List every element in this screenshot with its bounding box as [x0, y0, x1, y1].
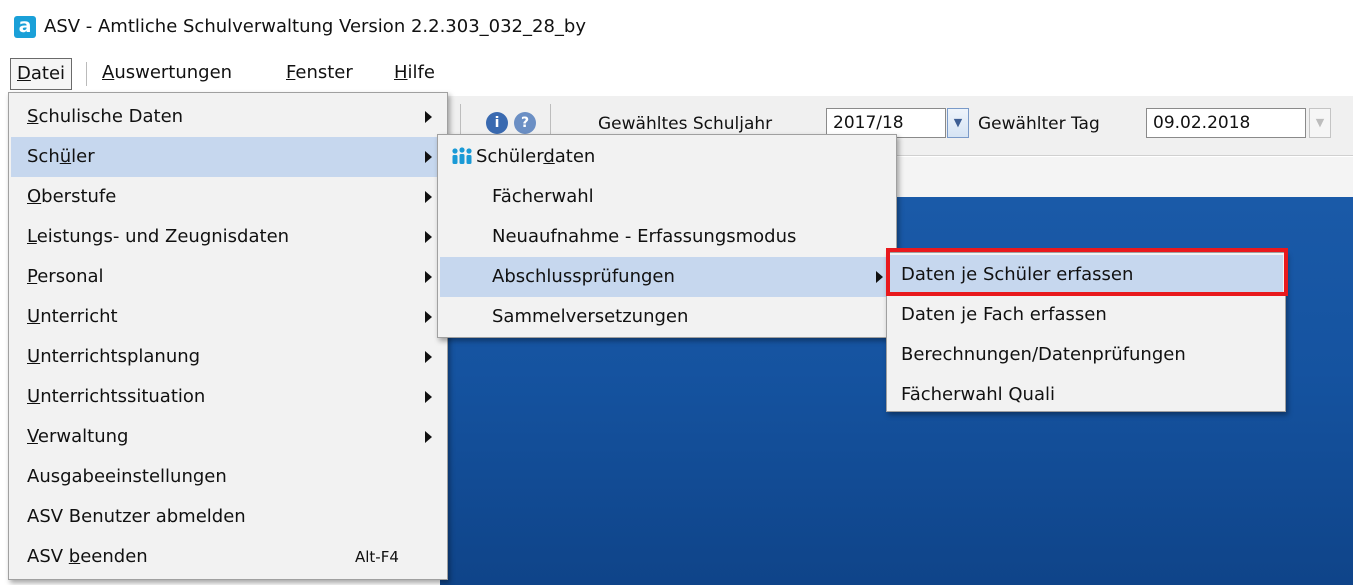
menu-item-label: ASV — [27, 546, 69, 567]
menu-mnemonic: H — [394, 62, 408, 83]
menu-item-schulische-daten[interactable]: Schulische Daten — [11, 97, 445, 137]
menu-item-daten-je-fach[interactable]: Daten je Fach erfassen — [889, 295, 1283, 335]
menu-item-label: ler — [71, 146, 95, 167]
menu-item-label: Fächerwahl — [492, 186, 594, 207]
menu-mnemonic: P — [27, 266, 38, 287]
submenu-arrow-icon — [425, 311, 432, 323]
menu-item-sammelversetzungen[interactable]: Sammelversetzungen — [440, 297, 894, 337]
tag-dropdown-icon[interactable]: ▼ — [1309, 108, 1331, 138]
menu-label-post: atei — [30, 63, 66, 84]
tag-label: Gewählter Tag — [978, 114, 1100, 134]
datei-menu: Schulische Daten Schüler Oberstufe Leist… — [8, 92, 448, 580]
window-title: ASV - Amtliche Schulverwaltung Version 2… — [44, 16, 586, 37]
submenu-arrow-icon — [425, 111, 432, 123]
menu-item-label: berstufe — [41, 186, 117, 207]
menu-mnemonic: O — [27, 186, 42, 207]
schuljahr-dropdown-icon[interactable]: ▼ — [947, 108, 969, 138]
menu-mnemonic: A — [102, 62, 115, 83]
menu-hilfe[interactable]: Hilfe — [388, 58, 441, 90]
submenu-arrow-icon — [425, 431, 432, 443]
info-icon[interactable]: i — [486, 112, 508, 134]
menu-mnemonic: d — [543, 146, 555, 167]
menu-mnemonic: F — [286, 62, 296, 83]
menu-item-label: eistungs- und Zeugnisdaten — [36, 226, 290, 247]
submenu-arrow-icon — [876, 271, 883, 283]
menu-item-label: Abschlussprüfungen — [492, 266, 675, 287]
menu-item-berechnungen[interactable]: Berechnungen/Datenprüfungen — [889, 335, 1283, 375]
menu-item-schueler[interactable]: Schüler — [11, 137, 445, 177]
menu-item-label: nterricht — [40, 306, 118, 327]
menu-item-label: erwaltung — [37, 426, 129, 447]
menu-item-ausgabeeinstellungen[interactable]: Ausgabeeinstellungen — [11, 457, 445, 497]
schueler-submenu: Schülerdaten Fächerwahl Neuaufnahme - Er… — [437, 134, 897, 338]
menu-item-label: nterrichtssituation — [40, 386, 206, 407]
menu-item-personal[interactable]: Personal — [11, 257, 445, 297]
submenu-arrow-icon — [425, 231, 432, 243]
menu-item-unterrichtssituation[interactable]: Unterrichtssituation — [11, 377, 445, 417]
menu-item-label: Daten je Fach erfassen — [901, 304, 1107, 325]
menu-item-unterricht[interactable]: Unterricht — [11, 297, 445, 337]
menu-item-label: Fächerwahl Quali — [901, 384, 1056, 405]
menu-item-asv-beenden[interactable]: ASV beenden Alt-F4 — [11, 537, 445, 577]
menu-item-label: nterrichtsplanung — [40, 346, 201, 367]
shortcut-label: Alt-F4 — [355, 548, 399, 566]
menu-item-oberstufe[interactable]: Oberstufe — [11, 177, 445, 217]
menu-mnemonic: L — [27, 226, 37, 247]
menu-item-label: Sammelversetzungen — [492, 306, 689, 327]
title-bar: a ASV - Amtliche Schulverwaltung Version… — [0, 0, 1353, 52]
menu-item-faecherwahl[interactable]: Fächerwahl — [440, 177, 894, 217]
menu-mnemonic: D — [17, 63, 31, 84]
asv-logo-icon: a — [14, 16, 36, 38]
menu-item-label: ASV Benutzer abmelden — [27, 506, 246, 527]
menu-item-schuelerdaten[interactable]: Schülerdaten — [440, 137, 894, 177]
schuljahr-label: Gewähltes Schuljahr — [598, 114, 773, 134]
menu-item-label: Berechnungen/Datenprüfungen — [901, 344, 1186, 365]
menu-label-post: enster — [295, 62, 353, 83]
menu-bar: Datei Auswertungen Fenster Hilfe — [0, 56, 1353, 92]
menu-item-neuaufnahme[interactable]: Neuaufnahme - Erfassungsmodus — [440, 217, 894, 257]
submenu-arrow-icon — [425, 391, 432, 403]
help-icon[interactable]: ? — [514, 112, 536, 134]
menu-item-label: eenden — [80, 546, 148, 567]
submenu-arrow-icon — [425, 191, 432, 203]
annotation-highlight-box — [886, 248, 1288, 296]
menu-fenster[interactable]: Fenster — [280, 58, 359, 90]
menu-item-label: ersonal — [37, 266, 104, 287]
menu-item-label: chulische Daten — [38, 106, 184, 127]
submenu-arrow-icon — [425, 271, 432, 283]
menu-mnemonic: U — [27, 386, 41, 407]
menu-item-label: Schüler — [476, 146, 544, 167]
menu-mnemonic: V — [27, 426, 38, 447]
menu-label-post: ilfe — [407, 62, 435, 83]
menu-item-label: Sch — [27, 146, 60, 167]
menu-mnemonic: ü — [59, 146, 72, 167]
menu-datei[interactable]: Datei — [10, 58, 73, 90]
menu-item-label: Neuaufnahme - Erfassungsmodus — [492, 226, 797, 247]
menu-mnemonic: U — [27, 306, 41, 327]
menu-mnemonic: b — [68, 546, 81, 567]
submenu-arrow-icon — [425, 151, 432, 163]
submenu-arrow-icon — [425, 351, 432, 363]
menu-item-benutzer-abmelden[interactable]: ASV Benutzer abmelden — [11, 497, 445, 537]
menu-item-label: Ausgabeeinstellungen — [27, 466, 227, 487]
menu-item-faecherwahl-quali[interactable]: Fächerwahl Quali — [889, 375, 1283, 415]
menu-item-label: aten — [554, 146, 596, 167]
menu-item-unterrichtsplanung[interactable]: Unterrichtsplanung — [11, 337, 445, 377]
menu-separator — [86, 62, 87, 86]
menu-item-leistungs-zeugnisdaten[interactable]: Leistungs- und Zeugnisdaten — [11, 217, 445, 257]
menu-auswertungen[interactable]: Auswertungen — [96, 58, 238, 90]
menu-mnemonic: U — [27, 346, 41, 367]
menu-item-verwaltung[interactable]: Verwaltung — [11, 417, 445, 457]
menu-item-abschlusspruefungen[interactable]: Abschlussprüfungen — [440, 257, 894, 297]
menu-label-post: uswertungen — [114, 62, 233, 83]
menu-mnemonic: S — [27, 106, 39, 127]
tag-field[interactable]: 09.02.2018 — [1146, 108, 1306, 138]
